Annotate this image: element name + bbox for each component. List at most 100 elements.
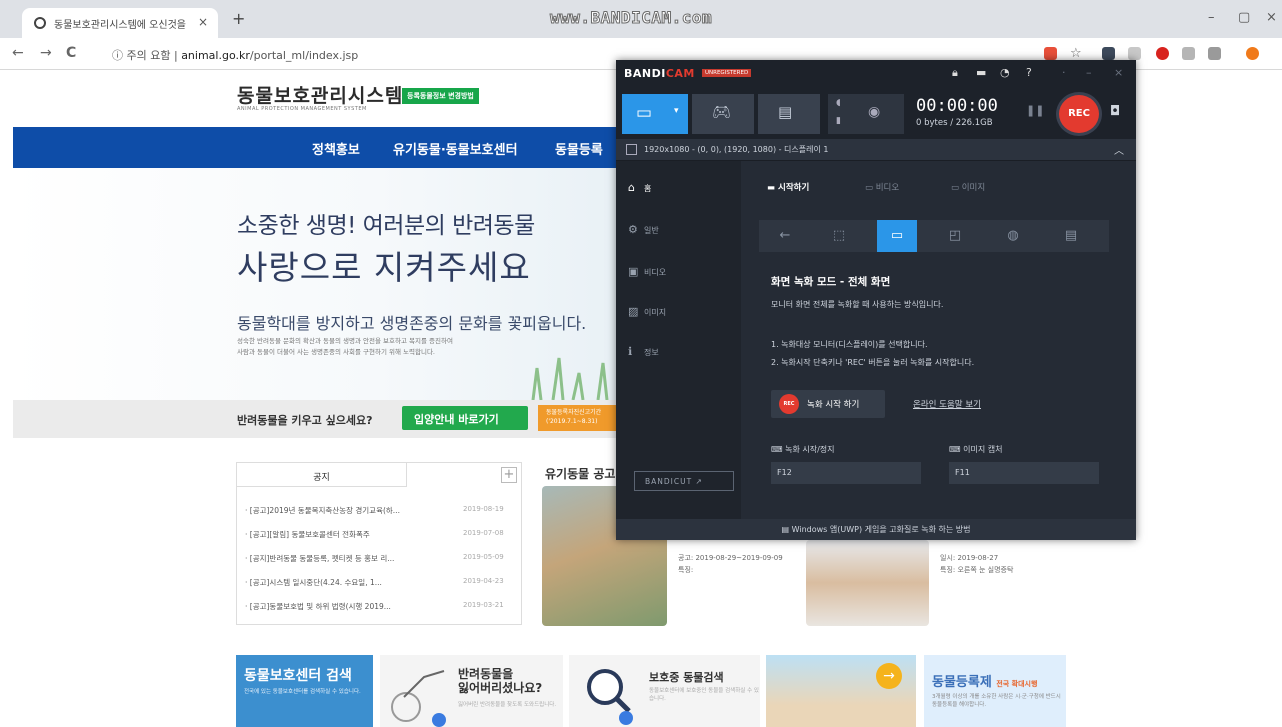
bandicam-watermark: www.BANDICAM.com [549,8,713,28]
help-icon[interactable]: ? [1026,66,1032,79]
card-subtitle: 3개월령 이상의 개를 소유한 사람은 시·군·구청에 반드시 동물등록을 해야… [932,694,1061,708]
sidebar-item-home[interactable]: ⌂ 홈 [628,181,651,194]
tab-video[interactable]: ▭ 비디오 [865,181,899,193]
registration-info-badge[interactable]: 등록동물정보 변경방법 [402,88,479,104]
capture-area-text: 1920x1080 - (0, 0), (1920, 1080) - 디스플레이… [644,145,829,154]
adoption-guide-button[interactable]: 입양안내 바로가기 [402,406,528,430]
shield-icon[interactable] [1208,47,1221,60]
arrow-right-icon[interactable]: → [876,663,902,689]
minimize-icon[interactable]: – [1086,66,1092,79]
notice-item[interactable]: · [공지]반려동물 동물등록, 펫티켓 등 홍보 리... [245,553,394,564]
chevron-up-icon[interactable]: ︿ [1114,142,1124,157]
pet-photo-card[interactable]: → [766,655,916,727]
menu-icon[interactable]: · [1062,66,1066,79]
microphone-icon[interactable]: ▮ [836,116,841,126]
extension-icon[interactable] [1128,47,1141,60]
unregistered-badge[interactable]: UNREGISTERED [702,69,752,77]
nav-item-shelter[interactable]: 유기동물·동물보호센터 [393,139,518,158]
back-icon[interactable]: ← [12,45,24,61]
card-title: 반려동물을 잃어버리셨나요? [458,667,542,695]
bandicam-footer-link[interactable]: ▤ Windows 앱(UWP) 게임을 고화질로 녹화 하는 방법 [616,519,1136,540]
screen-recording-mode-button[interactable]: ▭ ▾ [622,94,688,134]
notice-item[interactable]: · [공고]2019년 동물복지축산농장 경기교육(하... [245,505,400,516]
arrow-circle-icon[interactable] [619,711,633,725]
bookmark-star-icon[interactable]: ☆ [1070,46,1082,61]
registration-system-card[interactable]: 동물등록제 전국 확대시행 3개월령 이상의 개를 소유한 사람은 시·군·구청… [924,655,1066,727]
tab-image[interactable]: ▭ 이미지 [951,181,985,193]
bandicut-button[interactable]: BANDICUT ↗ [634,471,734,491]
opera-icon[interactable] [1156,47,1169,60]
sidebar-item-info[interactable]: ℹ 정보 [628,345,659,358]
close-window-icon[interactable]: × [1266,10,1277,25]
site-logo-subtitle: ANIMAL PROTECTION MANAGEMENT SYSTEM [237,106,367,112]
site-logo[interactable]: 동물보호관리시스템 [237,81,403,108]
back-arrow-icon[interactable]: ← [765,220,805,252]
bandicam-titlebar[interactable]: BANDICAM UNREGISTERED 🔒︎ ▬ ◔ ? · – × [616,60,1136,88]
recording-timer: 00:00:00 [916,96,998,116]
minimize-icon[interactable]: – [1208,10,1215,25]
hotkey-capture-field[interactable]: F11 [949,462,1099,484]
video-icon: ▣ [628,265,639,278]
reload-icon[interactable]: C [66,45,76,61]
close-icon[interactable]: × [1114,66,1123,79]
notice-more-button[interactable]: + [501,467,517,483]
sidebar-item-image[interactable]: ▨ 이미지 [628,305,666,318]
pause-icon[interactable]: ❚❚ [1026,104,1044,117]
camera-icon[interactable]: ◘ [1110,104,1120,119]
extension-icon[interactable] [1044,47,1057,60]
chevron-down-icon[interactable]: ▾ [674,106,679,116]
capture-area-bar[interactable]: 1920x1080 - (0, 0), (1920, 1080) - 디스플레이… [616,139,1136,161]
game-recording-mode-button[interactable]: 🎮︎ [692,94,754,134]
protected-animal-search-card[interactable]: 보호중 동물검색 동물보호센터에 보호중인 동물을 검색하실 수 있습니다. [569,655,760,727]
extension-icon[interactable] [1182,47,1195,60]
nav-item-policy[interactable]: 정책홍보 [312,139,360,158]
recording-size: 0 bytes / 226.1GB [916,118,993,128]
fullscreen-mode-icon[interactable]: ▭ [877,220,917,252]
nav-item-registration[interactable]: 동물등록 [555,139,603,158]
rectangle-area-icon[interactable]: ⬚ [819,220,859,252]
area-checkbox[interactable] [626,144,637,155]
record-button[interactable]: REC [1056,92,1102,136]
notice-item[interactable]: · [공고]동물보호법 및 하위 법령(시행 2019... [245,601,391,612]
capture-mode-selector: ← ⬚ ▭ ◰ ◍ ▤ [759,220,1109,252]
extension-icon[interactable] [1102,47,1115,60]
cursor-area-icon[interactable]: ◰ [935,220,975,252]
notice-item[interactable]: · [공고][알림] 동물보호콜센터 전화폭주 [245,529,370,540]
hdmi-icon[interactable]: ▤ [1051,220,1091,252]
hotkey-record-field[interactable]: F12 [771,462,921,484]
new-tab-button[interactable]: + [232,9,245,28]
tab-label: 이미지 [961,183,986,193]
sidebar-item-video[interactable]: ▣ 비디오 [628,265,666,278]
start-recording-button[interactable]: REC 녹화 시작 하기 [771,390,885,418]
tab-getting-started[interactable]: ▬ 시작하기 [767,181,809,193]
arrow-circle-icon[interactable] [432,713,446,727]
folder-icon[interactable]: ▬ [976,66,986,79]
card-title-small: 전국 확대시행 [996,680,1038,688]
info-icon[interactable]: ⓘ [112,49,123,62]
rec-dot-icon: REC [779,394,799,414]
notice-date: 2019-07-08 [463,529,504,537]
bandicam-main-panel: ▬ 시작하기 ▭ 비디오 ▭ 이미지 ← ⬚ ▭ ◰ ◍ ▤ 화면 녹화 모드 … [741,161,1136,519]
shelter-search-card[interactable]: 동물보호센터 검색 전국에 있는 동물보호센터를 검색하실 수 있습니다. [236,655,373,727]
notice-item[interactable]: · [공고]시스템 일시중단(4.24. 수요일, 1... [245,577,382,588]
info-line: 공고: 2019-08-29~2019-09-09 [678,554,783,562]
profile-avatar[interactable] [1246,47,1259,60]
sidebar-item-general[interactable]: ⚙ 일반 [628,223,659,236]
maximize-icon[interactable]: ▢ [1238,10,1250,25]
lost-pet-card[interactable]: 반려동물을 잃어버리셨나요? 잃어버린 반려동물을 찾도록 도와드립니다. [380,655,563,727]
clock-icon[interactable]: ◔ [1000,66,1010,79]
browser-tab[interactable]: 동물보호관리시스템에 오신것을 × [22,8,218,38]
online-help-link[interactable]: 온라인 도움말 보기 [913,398,981,410]
lost-animal-photo[interactable] [806,540,929,626]
self-report-period-badge[interactable]: 동물등록자진신고기간 ('2019.7.1~8.31) [538,405,618,431]
webcam-icon[interactable]: ◉ [868,104,880,120]
instruction-step: 2. 녹화시작 단축키나 'REC' 버튼을 눌러 녹화를 시작합니다. [771,358,975,367]
lock-icon[interactable]: 🔒︎ [952,66,958,80]
device-recording-mode-button[interactable]: ▤ [758,94,820,134]
gamepad-icon[interactable]: ◍ [993,220,1033,252]
tab-close-icon[interactable]: × [198,15,208,29]
bandicam-logo: BANDICAM [624,67,695,80]
forward-icon[interactable]: → [40,45,52,61]
speaker-icon[interactable]: ◖ [836,98,841,108]
tab-notice[interactable]: 공지 [237,463,407,487]
